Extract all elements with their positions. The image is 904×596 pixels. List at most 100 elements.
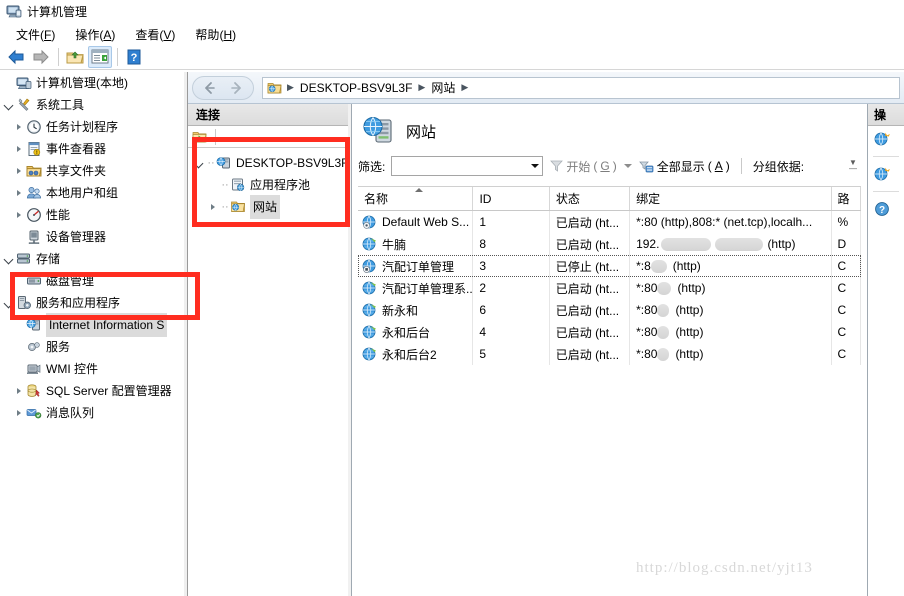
tree-item-storage[interactable]: 存储: [0, 248, 187, 270]
event-viewer-icon: [26, 141, 42, 157]
cell-id: 2: [473, 277, 550, 299]
connections-scrollbar[interactable]: [348, 104, 351, 596]
connection-item-application-pools[interactable]: ·· 应用程序池: [188, 174, 351, 196]
twisty-right[interactable]: [206, 204, 220, 210]
cell-binding-suffix: (http): [675, 325, 704, 339]
twisty-right[interactable]: [12, 146, 26, 152]
connections-pane: 连接 ·· DESKTOP-BSV9L3F (·· 应用程序池 ·· 网站: [188, 104, 356, 596]
content-pane: 网站 筛选: 开始(G) 全部显示 (A) 分组依据: ▼ — 名称 ID …: [352, 104, 868, 596]
column-header-binding-label: 绑定: [636, 192, 661, 206]
tree-item-event-viewer[interactable]: 事件查看器: [0, 138, 187, 160]
column-header-status[interactable]: 状态: [550, 187, 631, 210]
nav-back-icon[interactable]: [197, 78, 223, 98]
column-header-binding[interactable]: 绑定: [630, 187, 832, 210]
tree-item-disk-management[interactable]: 磁盘管理: [0, 270, 187, 292]
action-set-website-defaults[interactable]: [868, 161, 904, 187]
tree-item-internet-information-services[interactable]: Internet Information S: [0, 313, 187, 337]
console-tree-splitter[interactable]: [184, 72, 187, 596]
nav-arrow-group: [192, 75, 254, 100]
filter-text-field[interactable]: [392, 158, 532, 174]
filter-go-dropdown-icon[interactable]: [623, 164, 632, 168]
toolbar-separator-1: [58, 47, 59, 66]
cell-id: 1: [473, 211, 550, 233]
title-bar: 计算机管理: [0, 0, 904, 22]
watermark: http://blog.csdn.net/yjt13: [636, 560, 813, 576]
connections-toolbar: [188, 126, 351, 148]
twisty-right[interactable]: [12, 168, 26, 174]
tree-item-services[interactable]: 服务: [0, 336, 187, 358]
tree-item-wmi-control[interactable]: WMI 控件: [0, 358, 187, 380]
tree-item-sql-server-config-manager[interactable]: SQL Server 配置管理器: [0, 380, 187, 402]
table-row[interactable]: 汽配订单管理系... 2 已启动 (ht... *:80 (http) C: [358, 277, 861, 299]
filter-overflow-icon[interactable]: ▼ —: [847, 158, 859, 174]
cell-path: C: [832, 255, 861, 277]
cell-binding-suffix: (http): [767, 237, 796, 251]
twisty-down[interactable]: [2, 255, 16, 263]
table-row[interactable]: 汽配订单管理 3 已停止 (ht... *:8 (http) C: [358, 255, 861, 277]
window-title: 计算机管理: [27, 4, 88, 19]
twisty-right[interactable]: [12, 124, 26, 130]
cell-binding: *:80 (http),808:* (net.tcp),localh...: [630, 211, 832, 233]
tree-item-system-tools[interactable]: 系统工具: [0, 94, 187, 116]
cell-status: 已启动 (ht...: [550, 299, 631, 321]
column-header-id[interactable]: ID: [473, 187, 550, 210]
back-arrow-icon[interactable]: [4, 46, 28, 68]
breadcrumb-item-sites[interactable]: 网站: [427, 79, 459, 96]
content-header: 网站: [352, 104, 867, 150]
tree-item-performance[interactable]: 性能: [0, 204, 187, 226]
menu-help[interactable]: 帮助(H): [185, 24, 246, 45]
menu-view[interactable]: 查看(V): [125, 24, 185, 45]
cell-name-text: 永和后台: [382, 325, 431, 340]
chevron-down-icon[interactable]: [531, 164, 540, 168]
up-folder-icon[interactable]: [63, 46, 87, 68]
tree-item-services-and-applications[interactable]: 服务和应用程序: [0, 292, 187, 314]
connection-item-sites[interactable]: ·· 网站: [188, 195, 351, 219]
connection-item-server[interactable]: ·· DESKTOP-BSV9L3F (: [188, 152, 356, 174]
twisty-down[interactable]: [2, 101, 16, 109]
filter-input[interactable]: [391, 156, 544, 176]
twisty-right[interactable]: [12, 410, 26, 416]
column-header-path[interactable]: 路: [832, 187, 862, 210]
action-add-website[interactable]: [868, 126, 904, 152]
menu-action[interactable]: 操作(A): [65, 24, 125, 45]
breadcrumb[interactable]: ▶ DESKTOP-BSV9L3F ▶ 网站 ▶: [262, 76, 900, 99]
show-hide-console-tree-icon[interactable]: [88, 45, 112, 68]
cell-name: 牛腩: [358, 233, 474, 255]
nav-forward-icon[interactable]: [223, 78, 249, 98]
tree-item-device-manager[interactable]: 设备管理器: [0, 226, 187, 248]
show-all-button[interactable]: 全部显示(A): [636, 158, 733, 175]
action-help[interactable]: ?: [868, 196, 904, 222]
twisty-right[interactable]: [12, 212, 26, 218]
table-row[interactable]: 永和后台2 5 已启动 (ht... *:80 (http) C: [358, 343, 861, 365]
cell-binding-suffix: (http): [675, 303, 704, 317]
menu-file[interactable]: 文件(F): [6, 24, 65, 45]
tree-item-message-queuing[interactable]: 消息队列: [0, 402, 187, 424]
connect-folder-icon[interactable]: [192, 130, 210, 144]
help-icon[interactable]: ?: [122, 46, 146, 68]
table-row[interactable]: 新永和 6 已启动 (ht... *:80 (http) C: [358, 299, 861, 321]
table-row[interactable]: 牛腩 8 已启动 (ht... 192. (http) D: [358, 233, 861, 255]
twisty-down[interactable]: [192, 159, 206, 167]
tree-line: ··: [221, 201, 229, 213]
twisty-down[interactable]: [2, 299, 16, 307]
column-header-name[interactable]: 名称: [358, 187, 474, 210]
sites-grid: 名称 ID 状态 绑定 路 Default Web S... 1 已启动 (ht…: [358, 186, 862, 596]
breadcrumb-item-server[interactable]: DESKTOP-BSV9L3F: [296, 81, 417, 95]
tree-item-local-users-groups[interactable]: 本地用户和组: [0, 182, 187, 204]
cell-name: 汽配订单管理: [358, 255, 474, 277]
tree-item-computer-management[interactable]: 计算机管理(本地): [0, 72, 187, 94]
iis-body: 连接 ·· DESKTOP-BSV9L3F (·· 应用程序池 ·· 网站 网…: [188, 104, 904, 596]
forward-arrow-icon[interactable]: [29, 46, 53, 68]
toolbar-separator-2: [117, 47, 118, 66]
sort-ascending-icon: [415, 188, 424, 192]
tree-item-shared-folders[interactable]: 共享文件夹: [0, 160, 187, 182]
connection-label: 应用程序池: [250, 178, 311, 192]
breadcrumb-sep-0: ▶: [287, 82, 294, 92]
twisty-right[interactable]: [12, 388, 26, 394]
table-row[interactable]: 永和后台 4 已启动 (ht... *:80 (http) C: [358, 321, 861, 343]
filter-go-button[interactable]: 开始(G): [547, 158, 619, 175]
tree-item-task-scheduler[interactable]: 任务计划程序: [0, 116, 187, 138]
table-row[interactable]: Default Web S... 1 已启动 (ht... *:80 (http…: [358, 211, 861, 233]
message-queue-icon: [26, 405, 42, 421]
twisty-right[interactable]: [12, 190, 26, 196]
